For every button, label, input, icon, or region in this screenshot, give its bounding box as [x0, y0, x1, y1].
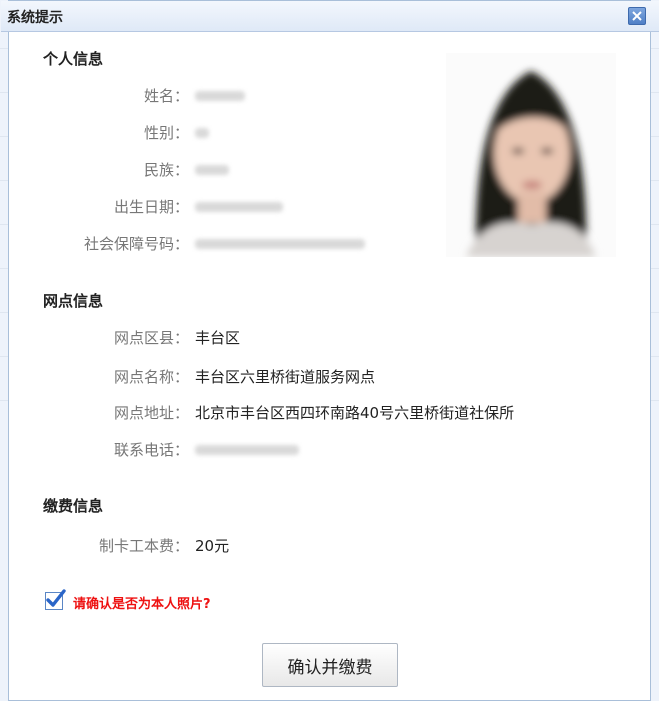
field-value: 20元: [195, 537, 230, 555]
close-icon: [632, 11, 642, 21]
checkmark-icon: [46, 589, 66, 607]
redacted-value: [195, 128, 209, 138]
field-label: 姓名：: [143, 87, 189, 105]
redacted-value: [195, 91, 245, 101]
field-value: 丰台区六里桥街道服务网点: [195, 368, 376, 386]
field-value: 丰台区: [195, 329, 241, 347]
redacted-value: [195, 445, 299, 455]
field-label: 性别：: [143, 124, 189, 142]
field-label: 网点地址：: [113, 404, 189, 422]
field-label: 网点名称：: [113, 368, 189, 386]
field-label: 联系电话：: [113, 441, 189, 459]
field-label: 民族：: [143, 161, 189, 179]
field-label: 出生日期：: [113, 198, 189, 216]
system-prompt-dialog: 系统提示 个人信息 姓名： 性别： 民族： 出生日期： 社会保障号码： 网点信息…: [1, 0, 659, 701]
branch-info-title: 网点信息: [43, 292, 104, 310]
dialog-titlebar: 系统提示: [1, 1, 659, 32]
redacted-value: [195, 165, 229, 175]
confirm-photo-label[interactable]: 请确认是否为本人照片?: [73, 593, 211, 612]
redacted-value: [195, 202, 283, 212]
payment-info-title: 缴费信息: [43, 497, 104, 515]
portrait-image: [466, 71, 596, 257]
personal-info-title: 个人信息: [43, 50, 104, 68]
close-button[interactable]: [628, 7, 646, 25]
confirm-photo-checkbox[interactable]: [45, 589, 66, 610]
field-label: 制卡工本费：: [98, 537, 189, 555]
field-label: 社会保障号码：: [83, 235, 189, 253]
confirm-and-pay-button[interactable]: 确认并缴费: [262, 643, 398, 687]
dialog-title: 系统提示: [7, 10, 63, 26]
field-label: 网点区县：: [113, 329, 189, 347]
redacted-value: [195, 239, 365, 249]
field-value: 北京市丰台区西四环南路40号六里桥街道社保所: [195, 404, 515, 422]
id-photo: [446, 53, 616, 257]
